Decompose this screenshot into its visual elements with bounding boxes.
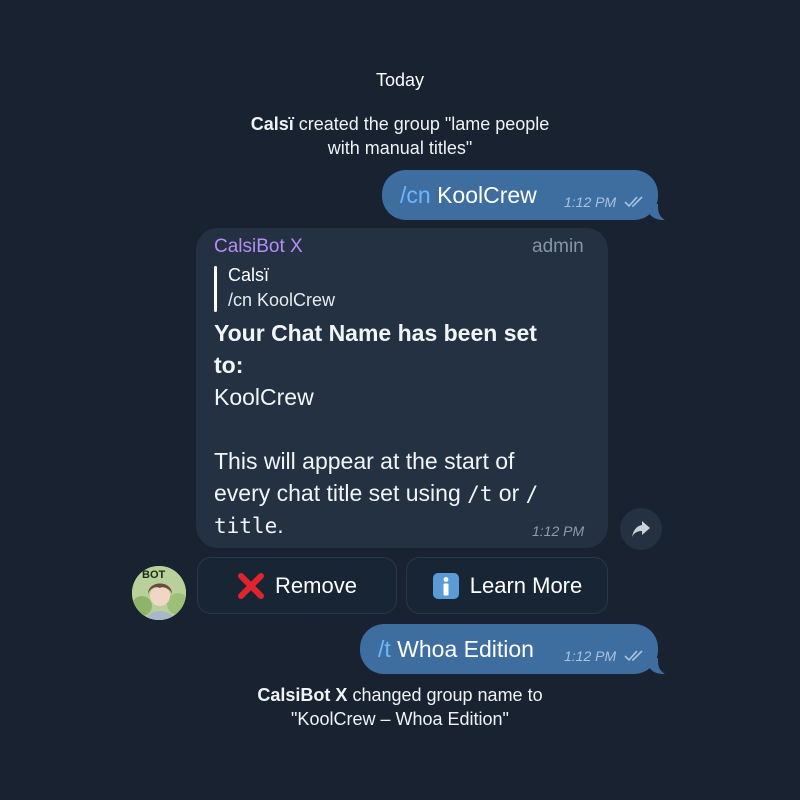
service-actor[interactable]: CalsiBot X bbox=[257, 685, 347, 705]
service-line-2: with manual titles" bbox=[327, 138, 473, 158]
service-text: changed group name to bbox=[347, 685, 543, 705]
message-heading-line-1: Your Chat Name has been set bbox=[214, 320, 537, 346]
body-period: . bbox=[277, 512, 284, 538]
reply-author[interactable]: Calsï bbox=[228, 265, 269, 286]
outgoing-message[interactable]: /t Whoa Edition 1:12 PM bbox=[360, 624, 676, 676]
command-link[interactable]: /cn bbox=[400, 182, 431, 208]
date-separator: Today bbox=[375, 70, 425, 90]
inline-code-title-end: title bbox=[214, 514, 278, 538]
outgoing-message[interactable]: /cn KoolCrew 1:12 PM bbox=[382, 170, 676, 222]
reply-text[interactable]: /cn KoolCrew bbox=[228, 290, 335, 311]
remove-button[interactable]: Remove bbox=[197, 557, 397, 614]
body-text-or: or bbox=[492, 480, 526, 506]
body-text: every chat title set using bbox=[214, 480, 468, 506]
double-check-icon bbox=[624, 196, 643, 208]
command-link[interactable]: /t bbox=[378, 636, 391, 662]
service-line-1: Calsï created the group "lame people bbox=[180, 112, 620, 136]
info-icon bbox=[432, 572, 460, 600]
message-heading-line-2: to: bbox=[214, 352, 244, 378]
remove-label: Remove bbox=[275, 572, 357, 598]
inline-code-title-start: / bbox=[525, 482, 539, 506]
message-text: /cn KoolCrew bbox=[400, 182, 537, 209]
message-text: /t Whoa Edition bbox=[378, 636, 534, 663]
bot-avatar[interactable]: BOT bbox=[132, 566, 186, 620]
message-body: Whoa Edition bbox=[390, 636, 534, 662]
inline-code-t: /t bbox=[467, 482, 493, 506]
message-body-line-1: This will appear at the start of bbox=[214, 448, 515, 474]
chat-name-value: KoolCrew bbox=[214, 384, 314, 410]
service-line-1: CalsiBot X changed group name to bbox=[180, 683, 620, 707]
admin-badge: admin bbox=[532, 236, 584, 257]
message-time: 1:12 PM bbox=[564, 194, 617, 210]
message-time: 1:12 PM bbox=[564, 648, 617, 664]
double-check-icon bbox=[624, 650, 643, 662]
message-time: 1:12 PM bbox=[532, 523, 585, 539]
service-message-created: Calsï created the group "lame people wit… bbox=[180, 112, 620, 160]
service-actor[interactable]: Calsï bbox=[251, 114, 294, 134]
learn-more-label: Learn More bbox=[469, 572, 583, 598]
service-message-renamed: CalsiBot X changed group name to "KoolCr… bbox=[180, 683, 620, 731]
sender-name[interactable]: CalsiBot X bbox=[214, 236, 303, 258]
message-body-line-2: every chat title set using /t or / bbox=[214, 477, 594, 510]
service-line-2: "KoolCrew – Whoa Edition" bbox=[291, 709, 509, 729]
avatar-bot-label: BOT bbox=[142, 569, 166, 581]
forward-button[interactable] bbox=[620, 508, 662, 550]
reply-quote-bar bbox=[214, 266, 217, 312]
message-body: KoolCrew bbox=[430, 182, 537, 208]
forward-arrow-icon bbox=[632, 521, 650, 537]
cross-mark-icon bbox=[237, 572, 265, 600]
service-text: created the group "lame people bbox=[293, 114, 550, 134]
learn-more-button[interactable]: Learn More bbox=[406, 557, 608, 614]
